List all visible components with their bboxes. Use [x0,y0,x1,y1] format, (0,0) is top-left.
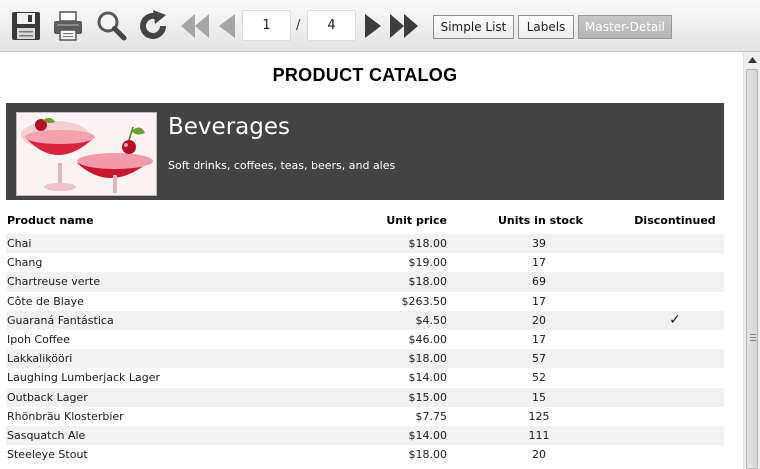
unit-price: $18.00 [408,448,448,462]
unit-price: $46.00 [408,332,448,346]
column-header-units-in-stock: Units in stock [498,214,583,227]
unit-price: $14.00 [408,371,448,385]
product-name: Chang [7,256,43,270]
category-description: Soft drinks, coffees, teas, beers, and a… [168,159,396,172]
vertical-scrollbar[interactable] [743,52,760,469]
scrollbar-thumb[interactable] [746,69,758,469]
category-name: Beverages [168,114,290,140]
print-icon[interactable] [50,8,86,44]
page-separator: / [296,18,301,33]
units-in-stock: 111 [528,428,550,442]
product-name: Rhönbräu Klosterbier [7,409,124,423]
product-table: Chai $18.00 39 Chang $19.00 17 Chartreus… [6,234,724,465]
master-detail-button[interactable]: Master-Detail [578,15,672,39]
save-icon[interactable] [8,8,44,44]
labels-button[interactable]: Labels [518,15,574,39]
product-name: Chartreuse verte [7,275,101,289]
table-row: Chang $19.00 17 [6,253,724,273]
units-in-stock: 125 [528,409,550,423]
search-icon[interactable] [93,8,129,44]
refresh-icon[interactable] [135,8,171,44]
scrollbar-grip-icon [750,334,756,341]
discontinued-checkmark-icon: ✓ [669,311,681,328]
table-row: Chai $18.00 39 [6,234,724,254]
category-image [16,112,157,196]
units-in-stock: 17 [532,294,546,308]
product-name: Chai [7,237,32,250]
report-toolbar: 1 / 4 Simple List Labels Master-Detail [0,0,760,52]
column-header-unit-price: Unit price [386,214,447,227]
report-title: PRODUCT CATALOG [272,65,458,85]
unit-price: $14.00 [408,428,448,442]
table-row: Laughing Lumberjack Lager $14.00 52 [6,368,724,388]
units-in-stock: 15 [532,390,546,404]
product-name: Laughing Lumberjack Lager [7,371,161,385]
unit-price: $263.50 [401,294,448,308]
unit-price: $19.00 [408,256,448,270]
units-in-stock: 17 [532,332,546,346]
product-name: Sasquatch Ale [7,428,86,442]
simple-list-button[interactable]: Simple List [433,15,514,39]
column-header-discontinued: Discontinued [634,214,716,227]
previous-page-icon[interactable] [208,8,244,44]
column-header-product-name: Product name [7,214,94,227]
table-row: Steeleye Stout $18.00 20 [6,445,724,465]
units-in-stock: 39 [532,237,546,250]
table-header: Product name Unit price Units in stock D… [6,212,724,230]
table-row: Ipoh Coffee $46.00 17 [6,329,724,350]
units-in-stock: 52 [532,371,546,385]
category-header: Beverages Soft drinks, coffees, teas, be… [6,103,724,200]
last-page-icon[interactable] [386,8,422,44]
current-page-input[interactable]: 1 [242,10,291,41]
product-name: Outback Lager [7,390,88,404]
product-name: Côte de Blaye [7,294,84,308]
unit-price: $4.50 [415,313,448,327]
product-name: Steeleye Stout [7,448,88,462]
scroll-up-arrow-icon[interactable] [744,52,760,68]
product-name: Guaraná Fantástica [7,313,114,327]
unit-price: $18.00 [408,352,448,366]
table-row: Rhönbräu Klosterbier $7.75 125 [6,406,724,426]
unit-price: $18.00 [408,275,448,289]
unit-price: $15.00 [408,390,448,404]
table-row: Outback Lager $15.00 15 [6,387,724,407]
total-pages-field: 4 [307,10,356,41]
product-name: Lakkalikööri [7,352,73,366]
table-row: Chartreuse verte $18.00 69 [6,272,724,292]
product-name: Ipoh Coffee [7,332,70,346]
unit-price: $18.00 [408,237,448,250]
units-in-stock: 57 [532,352,546,366]
units-in-stock: 20 [532,313,546,327]
table-row: Guaraná Fantástica $4.50 20 ✓ [6,310,724,330]
units-in-stock: 69 [532,275,546,289]
unit-price: $7.75 [415,409,448,423]
table-row: Lakkalikööri $18.00 57 [6,349,724,369]
table-row: Sasquatch Ale $14.00 111 [6,425,724,446]
units-in-stock: 17 [532,256,546,270]
table-row: Côte de Blaye $263.50 17 [6,291,724,311]
units-in-stock: 20 [532,448,546,462]
